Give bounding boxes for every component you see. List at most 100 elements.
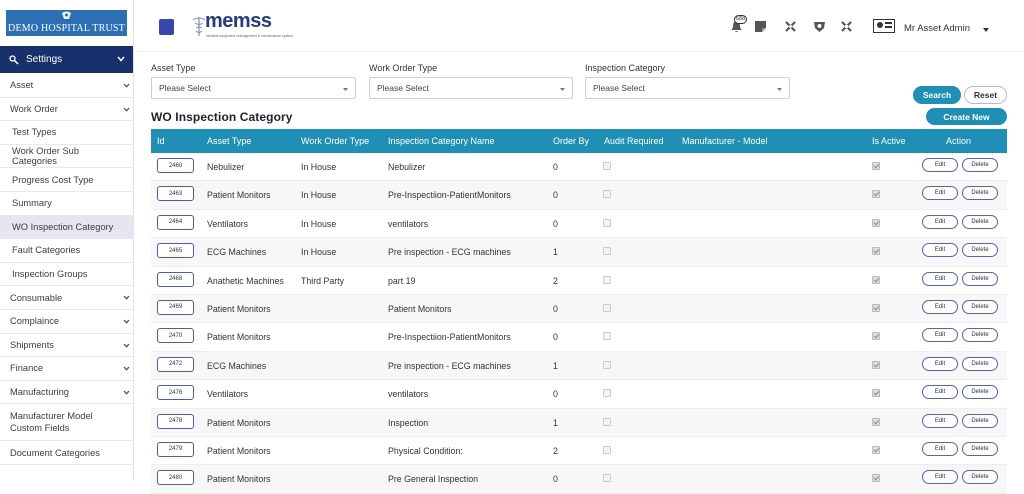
audit-required-checkbox[interactable] <box>603 247 611 256</box>
edit-button[interactable]: Edit <box>922 470 958 485</box>
create-new-button[interactable]: Create New <box>926 108 1007 125</box>
user-avatar-icon[interactable] <box>873 19 895 33</box>
is-active-checkbox[interactable] <box>872 275 880 284</box>
sidebar-item[interactable]: WO Inspection Category <box>0 215 133 240</box>
audit-required-checkbox[interactable] <box>603 303 611 312</box>
sidebar-item[interactable]: Manufacturing <box>0 381 133 405</box>
asset-type-select[interactable]: Please Select <box>151 77 356 99</box>
row-id-button[interactable]: 2463 <box>157 186 194 202</box>
is-active-checkbox[interactable] <box>872 162 880 170</box>
hospital-brand-logo[interactable]: DEMO HOSPITAL TRUST <box>6 10 127 36</box>
edit-button[interactable]: Edit <box>922 413 958 428</box>
is-active-checkbox[interactable] <box>872 218 880 227</box>
audit-required-checkbox[interactable] <box>603 360 611 369</box>
delete-button[interactable]: Delete <box>962 413 998 428</box>
is-active-checkbox[interactable] <box>872 474 880 483</box>
row-id-button[interactable]: 2476 <box>157 385 194 401</box>
audit-required-checkbox[interactable] <box>603 474 611 483</box>
is-active-checkbox[interactable] <box>872 389 880 398</box>
user-menu[interactable]: Mr Asset Admin <box>904 23 970 34</box>
delete-button[interactable]: Delete <box>962 470 998 485</box>
audit-required-checkbox[interactable] <box>603 162 611 170</box>
sidebar-item[interactable]: Complaince <box>0 310 133 334</box>
audit-required-checkbox[interactable] <box>603 445 611 454</box>
sidebar-item[interactable]: Progress Cost Type <box>0 168 133 192</box>
row-id-button[interactable]: 2470 <box>157 328 194 344</box>
settings-menu-header[interactable]: Settings <box>0 46 133 73</box>
audit-required-checkbox[interactable] <box>603 218 611 227</box>
work-order-type-select[interactable]: Please Select <box>369 77 573 99</box>
sidebar-item[interactable]: Inspection Groups <box>0 263 133 287</box>
row-id-button[interactable]: 2468 <box>157 271 194 287</box>
sidebar-item[interactable]: Shipments <box>0 334 133 358</box>
is-active-checkbox[interactable] <box>872 445 880 454</box>
delete-button[interactable]: Delete <box>962 158 998 172</box>
row-id-button[interactable]: 2479 <box>157 441 194 457</box>
audit-required-checkbox[interactable] <box>603 417 611 426</box>
edit-button[interactable]: Edit <box>922 328 958 343</box>
sidebar-item[interactable]: Fault Categories <box>0 239 133 263</box>
row-id-button[interactable]: 2480 <box>157 470 194 486</box>
column-header-inspection-category-name[interactable]: Inspection Category Name <box>388 136 495 146</box>
audit-required-checkbox[interactable] <box>603 275 611 284</box>
delete-button[interactable]: Delete <box>962 186 998 201</box>
is-active-checkbox[interactable] <box>872 247 880 256</box>
edit-button[interactable]: Edit <box>922 356 958 371</box>
sidebar-item[interactable]: Test Types <box>0 121 133 145</box>
is-active-checkbox[interactable] <box>872 417 880 426</box>
sidebar-item[interactable]: Consumable <box>0 286 133 310</box>
edit-button[interactable]: Edit <box>922 441 958 456</box>
delete-button[interactable]: Delete <box>962 243 998 258</box>
shield-icon[interactable] <box>813 20 826 33</box>
delete-button[interactable]: Delete <box>962 328 998 343</box>
column-header-asset-type[interactable]: Asset Type <box>207 136 251 146</box>
edit-button[interactable]: Edit <box>922 299 958 314</box>
sidebar-item[interactable]: Summary <box>0 192 133 216</box>
delete-button[interactable]: Delete <box>962 214 998 229</box>
sidebar-item[interactable]: Asset <box>0 74 133 98</box>
edit-button[interactable]: Edit <box>922 214 958 229</box>
inspection-category-select[interactable]: Please Select <box>585 77 790 99</box>
edit-button[interactable]: Edit <box>922 186 958 201</box>
wrench-icon[interactable] <box>840 20 853 33</box>
is-active-checkbox[interactable] <box>872 332 880 341</box>
sidebar-item[interactable]: Work Order Sub Categories <box>0 145 133 169</box>
column-header-work-order-type[interactable]: Work Order Type <box>301 136 369 146</box>
row-id-button[interactable]: 2465 <box>157 243 194 259</box>
sidebar-item[interactable]: Finance <box>0 357 133 381</box>
is-active-checkbox[interactable] <box>872 190 880 199</box>
column-header-is-active[interactable]: Is Active <box>872 136 906 146</box>
is-active-checkbox[interactable] <box>872 303 880 312</box>
delete-button[interactable]: Delete <box>962 356 998 371</box>
edit-button[interactable]: Edit <box>922 243 958 258</box>
reset-button[interactable]: Reset <box>964 86 1007 104</box>
delete-button[interactable]: Delete <box>962 385 998 400</box>
tools-icon[interactable] <box>784 20 797 33</box>
delete-button[interactable]: Delete <box>962 441 998 456</box>
row-id-button[interactable]: 2478 <box>157 413 194 429</box>
edit-button[interactable]: Edit <box>922 158 958 172</box>
edit-button[interactable]: Edit <box>922 271 958 286</box>
delete-button[interactable]: Delete <box>962 271 998 286</box>
sidebar-item[interactable]: Work Order <box>0 98 133 122</box>
row-id-button[interactable]: 2460 <box>157 158 194 173</box>
search-button[interactable]: Search <box>913 86 961 104</box>
row-id-button[interactable]: 2464 <box>157 214 194 230</box>
edit-button[interactable]: Edit <box>922 385 958 400</box>
menu-toggle-button[interactable] <box>159 19 174 35</box>
row-id-button[interactable]: 2472 <box>157 356 194 372</box>
audit-required-checkbox[interactable] <box>603 190 611 199</box>
column-header-order-by[interactable]: Order By <box>553 136 589 146</box>
caret-down-icon[interactable] <box>983 28 989 32</box>
row-id-button[interactable]: 2469 <box>157 299 194 315</box>
column-header-manufacturer-model[interactable]: Manufacturer - Model <box>682 136 768 146</box>
sidebar-item[interactable]: Manufacturer Model Custom Fields <box>0 404 133 442</box>
sidebar-item[interactable]: Document Categories <box>0 441 133 465</box>
column-header-audit-required[interactable]: Audit Required <box>604 136 664 146</box>
audit-required-checkbox[interactable] <box>603 389 611 398</box>
note-icon[interactable] <box>754 20 767 33</box>
audit-required-checkbox[interactable] <box>603 332 611 341</box>
memss-logo[interactable]: memss medical equipment management & mai… <box>192 10 293 40</box>
delete-button[interactable]: Delete <box>962 299 998 314</box>
is-active-checkbox[interactable] <box>872 360 880 369</box>
